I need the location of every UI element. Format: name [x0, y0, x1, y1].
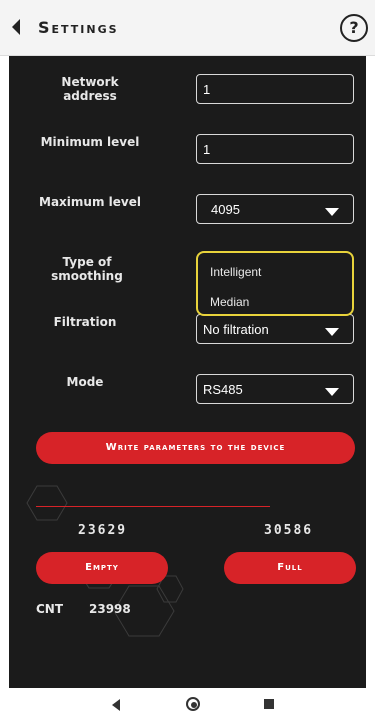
- smoothing-option-intelligent[interactable]: Intelligent: [210, 265, 261, 279]
- back-icon[interactable]: [12, 19, 20, 35]
- type-of-smoothing-label: Type of smoothing: [51, 255, 123, 283]
- page-title: Settings: [38, 18, 119, 37]
- chevron-down-icon: [325, 388, 339, 396]
- minimum-level-value: 1: [203, 142, 211, 157]
- divider-line: [36, 506, 270, 507]
- empty-button[interactable]: Empty: [36, 552, 168, 584]
- empty-count-value: 23629: [78, 523, 128, 538]
- mode-select[interactable]: RS485: [196, 374, 354, 404]
- mode-label: Mode: [66, 375, 104, 389]
- smoothing-dropdown-menu: Intelligent Median: [196, 251, 354, 316]
- help-icon[interactable]: ?: [340, 14, 368, 42]
- nav-home-dot: [191, 702, 197, 708]
- minimum-level-field[interactable]: 1: [196, 134, 354, 164]
- app-header: Settings ?: [0, 0, 375, 56]
- nav-recents-icon[interactable]: [264, 699, 274, 709]
- nav-home-icon[interactable]: [186, 697, 200, 711]
- maximum-level-select[interactable]: 4095: [196, 194, 354, 224]
- filtration-value: No filtration: [203, 322, 269, 337]
- maximum-level-label: Maximum level: [39, 195, 141, 209]
- network-address-label: Network address: [61, 75, 119, 103]
- settings-panel: Network address 1 Minimum level 1 Maximu…: [9, 56, 366, 688]
- full-count-value: 30586: [264, 523, 314, 538]
- mode-value: RS485: [203, 382, 243, 397]
- minimum-level-label: Minimum level: [40, 135, 140, 149]
- write-parameters-button[interactable]: Write parameters to the device: [36, 432, 355, 464]
- chevron-down-icon: [325, 328, 339, 336]
- chevron-down-icon: [325, 208, 339, 216]
- network-address-value: 1: [203, 82, 211, 97]
- smoothing-option-median[interactable]: Median: [210, 295, 249, 309]
- network-address-field[interactable]: 1: [196, 74, 354, 104]
- cnt-value: 23998: [89, 602, 131, 616]
- filtration-label: Filtration: [53, 315, 117, 329]
- cnt-label: CNT: [36, 602, 64, 616]
- nav-back-icon[interactable]: [112, 699, 120, 711]
- filtration-select[interactable]: No filtration: [196, 314, 354, 344]
- full-button[interactable]: Full: [224, 552, 356, 584]
- maximum-level-value: 4095: [211, 202, 240, 217]
- system-navigation-bar: [0, 688, 375, 722]
